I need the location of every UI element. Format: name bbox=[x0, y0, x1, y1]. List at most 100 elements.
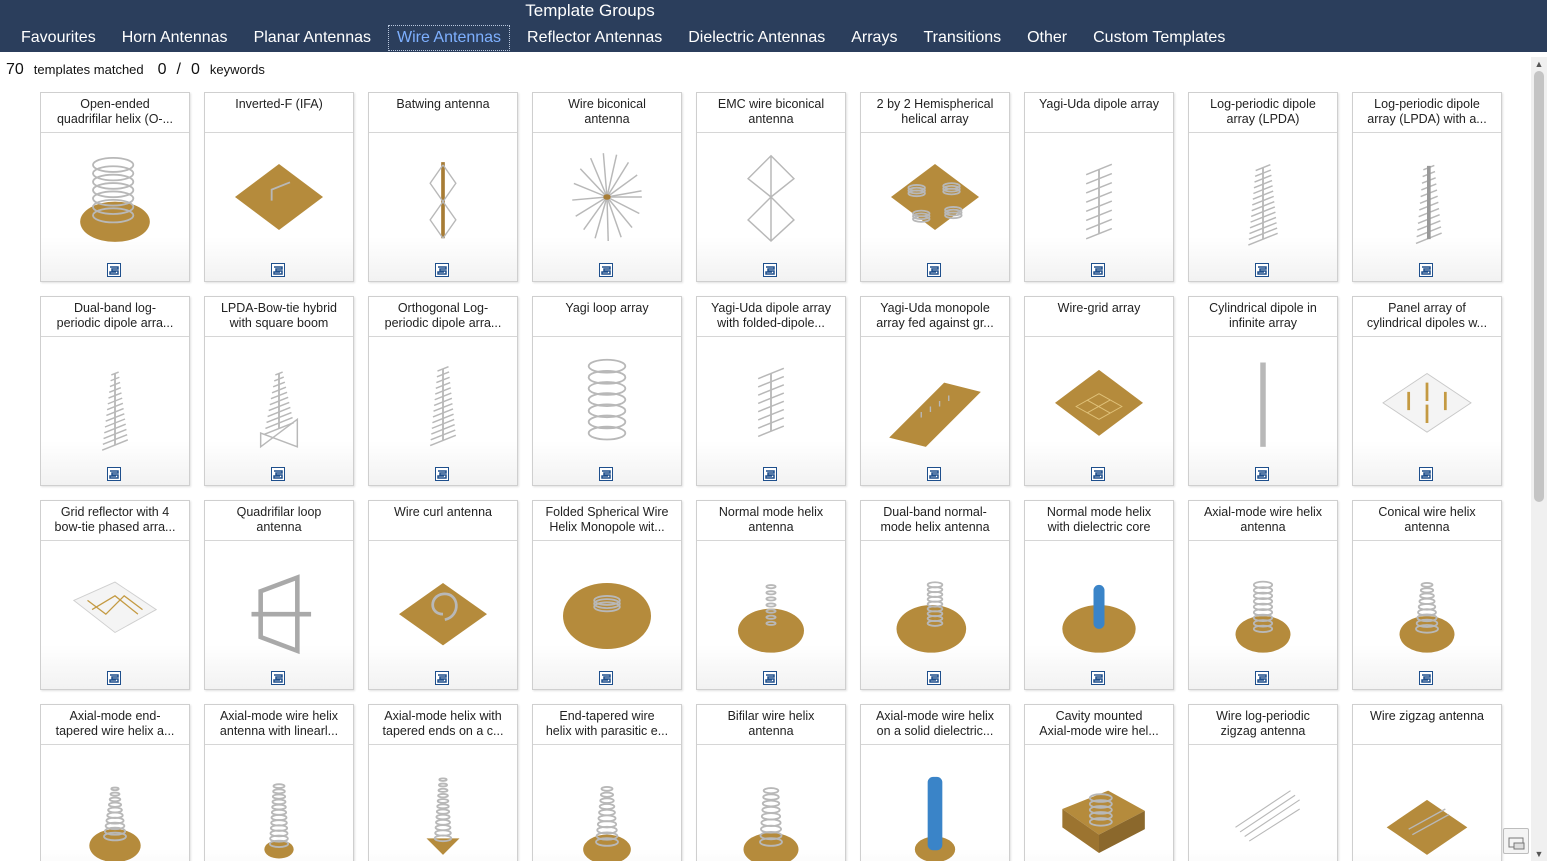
template-title: Cavity mounted Axial-mode wire hel... bbox=[1025, 705, 1173, 745]
template-card[interactable]: Normal mode helix antenna bbox=[696, 500, 846, 690]
template-title: Axial-mode wire helix antenna bbox=[1189, 501, 1337, 541]
template-card[interactable]: Batwing antenna bbox=[368, 92, 518, 282]
template-card[interactable]: LPDA-Bow-tie hybrid with square boom bbox=[204, 296, 354, 486]
template-title-line2: Helix Monopole wit... bbox=[549, 520, 665, 534]
template-title: Folded Spherical Wire Helix Monopole wit.… bbox=[533, 501, 681, 541]
template-thumbnail bbox=[1025, 134, 1173, 281]
match-status: 70 templates matched 0 / 0 keywords bbox=[6, 61, 279, 83]
template-card[interactable]: Dual-band normal-mode helix antenna bbox=[860, 500, 1010, 690]
grid-reflector-icon bbox=[72, 581, 158, 634]
scroll-thumb[interactable] bbox=[1534, 71, 1544, 502]
template-thumbnail bbox=[533, 134, 681, 281]
template-title-line1: Cylindrical dipole in bbox=[1209, 301, 1317, 315]
template-card[interactable]: Grid reflector with 4 bow-tie phased arra… bbox=[40, 500, 190, 690]
template-card[interactable]: Log-periodic dipole array (LPDA) bbox=[1188, 92, 1338, 282]
lpda-bowtie-icon bbox=[259, 371, 299, 449]
tab-wire-antennas[interactable]: Wire Antennas bbox=[387, 25, 511, 51]
tab-favourites[interactable]: Favourites bbox=[12, 25, 105, 51]
template-title: Wire curl antenna bbox=[369, 501, 517, 541]
cylindrical-dipole-icon bbox=[1260, 362, 1266, 447]
scroll-up-arrow-icon[interactable]: ▲ bbox=[1531, 57, 1547, 71]
tab-arrays[interactable]: Arrays bbox=[842, 25, 906, 51]
template-card[interactable]: Yagi-Uda dipole array with folded-dipole.… bbox=[696, 296, 846, 486]
template-card[interactable]: Bifilar wire helix antenna bbox=[696, 704, 846, 861]
template-thumbnail bbox=[697, 338, 845, 485]
template-title-line2: periodic dipole arra... bbox=[56, 316, 174, 330]
template-thumbnail bbox=[1025, 542, 1173, 689]
view-toggle-icon bbox=[1508, 837, 1525, 850]
template-title-line1: Bifilar wire helix bbox=[727, 709, 815, 723]
template-title: Axial-mode end-tapered wire helix a... bbox=[41, 705, 189, 745]
template-card[interactable]: Inverted-F (IFA) bbox=[204, 92, 354, 282]
template-card[interactable]: Conical wire helix antenna bbox=[1352, 500, 1502, 690]
template-card[interactable]: Cylindrical dipole in infinite array bbox=[1188, 296, 1338, 486]
template-title: EMC wire biconical antenna bbox=[697, 93, 845, 133]
template-card[interactable]: Log-periodic dipole array (LPDA) with a..… bbox=[1352, 92, 1502, 282]
template-thumbnail bbox=[533, 542, 681, 689]
template-card[interactable]: Axial-mode end-tapered wire helix a... bbox=[40, 704, 190, 861]
tab-dielectric-antennas[interactable]: Dielectric Antennas bbox=[679, 25, 834, 51]
template-card[interactable]: Wire curl antenna bbox=[368, 500, 518, 690]
template-title-line1: Orthogonal Log- bbox=[397, 301, 489, 315]
template-card[interactable]: Yagi loop array bbox=[532, 296, 682, 486]
vertical-scrollbar[interactable]: ▲ ▼ bbox=[1531, 57, 1547, 861]
tab-custom-templates[interactable]: Custom Templates bbox=[1084, 25, 1234, 51]
template-card[interactable]: Axial-mode wire helix antenna bbox=[1188, 500, 1338, 690]
template-card[interactable]: Yagi-Uda monopole array fed against gr... bbox=[860, 296, 1010, 486]
template-thumbnail bbox=[1189, 338, 1337, 485]
template-title: Conical wire helix antenna bbox=[1353, 501, 1501, 541]
template-card[interactable]: Axial-mode helix with tapered ends on a c… bbox=[368, 704, 518, 861]
template-card[interactable]: Wire biconical antenna bbox=[532, 92, 682, 282]
template-title-line2: with folded-dipole... bbox=[717, 316, 825, 330]
wire-grid-plate-icon bbox=[1055, 369, 1143, 436]
template-title: Inverted-F (IFA) bbox=[205, 93, 353, 133]
folded-spherical-helix-icon bbox=[563, 583, 651, 649]
tab-planar-antennas[interactable]: Planar Antennas bbox=[245, 25, 380, 51]
template-card[interactable]: Open-ended quadrifilar helix (O-... bbox=[40, 92, 190, 282]
template-title-line2: cylindrical dipoles w... bbox=[1366, 316, 1488, 330]
template-title: Wire biconical antenna bbox=[533, 93, 681, 133]
template-title: Yagi-Uda monopole array fed against gr... bbox=[861, 297, 1009, 337]
template-title: Yagi loop array bbox=[533, 297, 681, 337]
cst-logo-icon bbox=[763, 671, 777, 685]
template-card[interactable]: EMC wire biconical antenna bbox=[696, 92, 846, 282]
template-card[interactable]: Orthogonal Log-periodic dipole arra... bbox=[368, 296, 518, 486]
inverted-f-on-plate-icon bbox=[235, 164, 323, 230]
tab-other[interactable]: Other bbox=[1018, 25, 1076, 51]
cst-logo-icon bbox=[271, 671, 285, 685]
template-thumbnail bbox=[861, 134, 1009, 281]
template-card[interactable]: 2 by 2 Hemispherical helical array bbox=[860, 92, 1010, 282]
tab-horn-antennas[interactable]: Horn Antennas bbox=[113, 25, 237, 51]
template-card[interactable]: Normal mode helix with dielectric core bbox=[1024, 500, 1174, 690]
template-card[interactable]: Wire-grid array bbox=[1024, 296, 1174, 486]
template-title: Log-periodic dipole array (LPDA) bbox=[1189, 93, 1337, 133]
template-title-line1: Log-periodic dipole bbox=[1210, 97, 1316, 111]
tab-transitions[interactable]: Transitions bbox=[914, 25, 1010, 51]
template-title-line2: helical array bbox=[901, 112, 969, 126]
template-card[interactable]: Dual-band log-periodic dipole arra... bbox=[40, 296, 190, 486]
template-title: Cylindrical dipole in infinite array bbox=[1189, 297, 1337, 337]
template-title-line1: Normal mode helix bbox=[718, 505, 824, 519]
template-card[interactable]: Axial-mode wire helix antenna with linear… bbox=[204, 704, 354, 861]
view-toggle-button[interactable] bbox=[1503, 828, 1529, 854]
template-card[interactable]: Panel array of cylindrical dipoles w... bbox=[1352, 296, 1502, 486]
template-thumbnail bbox=[861, 338, 1009, 485]
template-card[interactable]: Wire log-periodic zigzag antenna bbox=[1188, 704, 1338, 861]
panel-array-icon bbox=[1382, 372, 1472, 433]
template-title-line2: with square boom bbox=[229, 316, 329, 330]
template-thumbnail bbox=[1189, 746, 1337, 861]
template-card[interactable]: End-tapered wire helix with parasitic e..… bbox=[532, 704, 682, 861]
template-thumbnail bbox=[41, 134, 189, 281]
template-card[interactable]: Cavity mounted Axial-mode wire hel... bbox=[1024, 704, 1174, 861]
template-card[interactable]: Yagi-Uda dipole array bbox=[1024, 92, 1174, 282]
template-card[interactable]: Quadrifilar loop antenna bbox=[204, 500, 354, 690]
template-card[interactable]: Wire zigzag antenna bbox=[1352, 704, 1502, 861]
scroll-down-arrow-icon[interactable]: ▼ bbox=[1531, 847, 1547, 861]
template-card[interactable]: Folded Spherical Wire Helix Monopole wit.… bbox=[532, 500, 682, 690]
template-card[interactable]: Axial-mode wire helix on a solid dielectr… bbox=[860, 704, 1010, 861]
template-thumbnail bbox=[533, 338, 681, 485]
template-title-line1: Dual-band log- bbox=[74, 301, 156, 315]
template-grid: Open-ended quadrifilar helix (O-... Invert… bbox=[40, 92, 1510, 861]
lpda-icon bbox=[1248, 164, 1278, 246]
tab-reflector-antennas[interactable]: Reflector Antennas bbox=[518, 25, 671, 51]
